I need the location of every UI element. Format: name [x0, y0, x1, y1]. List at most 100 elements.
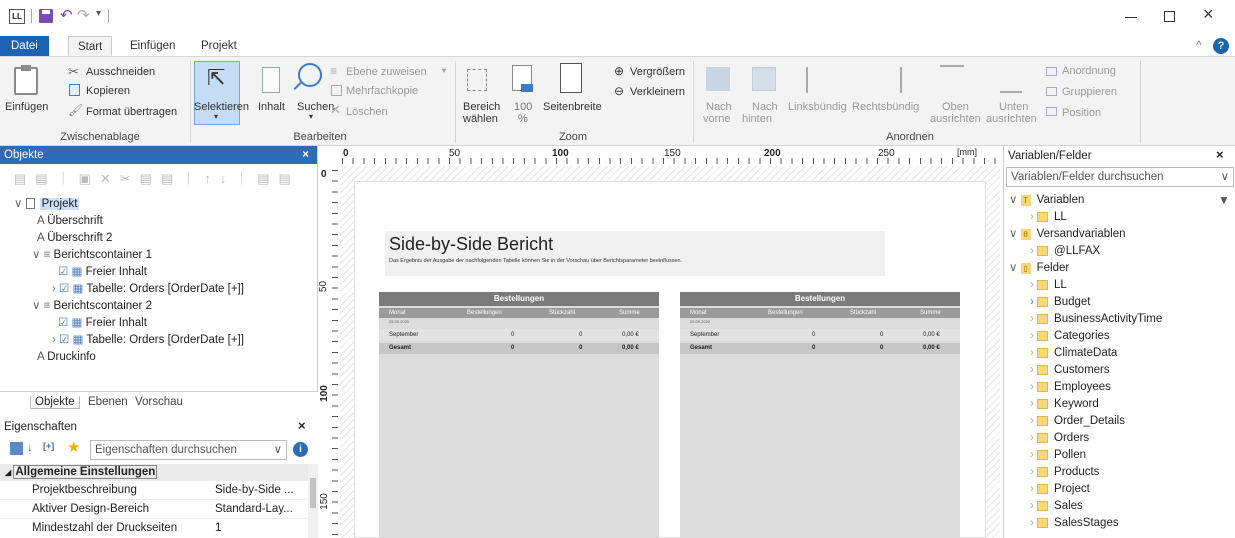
expand-icon[interactable]: [+] [43, 441, 54, 451]
tree-item[interactable]: A Druckinfo [37, 349, 96, 366]
search-icon[interactable] [298, 63, 322, 87]
group-icon[interactable] [1046, 87, 1057, 96]
cut-button[interactable]: Ausschneiden [86, 66, 155, 78]
favorites-icon[interactable]: ★ [67, 438, 80, 456]
variables-search-input[interactable]: Variablen/Felder durchsuchen ∨ [1006, 167, 1234, 187]
properties-section[interactable]: ◢ Allgemeine Einstellungen [0, 464, 308, 481]
tree-item[interactable]: ☑ ▦ Freier Inhalt [58, 264, 147, 281]
area-zoom-icon[interactable] [467, 69, 487, 91]
checkbox-icon[interactable]: ☑ ▦ [58, 266, 86, 278]
assign-layer-button[interactable]: Ebene zuweisen [346, 66, 427, 78]
tree-item[interactable]: › Pollen [1030, 447, 1086, 464]
property-row[interactable]: Projektbeschreibung Side-by-Side ... [0, 481, 308, 500]
tree-item[interactable]: › SalesStages [1030, 515, 1119, 532]
tree-item[interactable]: › Keyword [1030, 396, 1099, 413]
search-button[interactable]: Suchen [297, 101, 334, 113]
order-button[interactable]: Anordnung [1062, 65, 1116, 77]
maximize-icon[interactable] [1164, 11, 1175, 22]
page-width-icon[interactable] [560, 63, 582, 93]
copy-icon[interactable] [69, 84, 80, 96]
undo-icon[interactable]: ↶ [60, 6, 73, 24]
tree-item[interactable]: ∨ θ Versandvariablen [1009, 226, 1126, 243]
close-icon[interactable]: × [1203, 4, 1214, 25]
align-left-button[interactable]: Linksbündig [788, 101, 847, 113]
property-row[interactable]: Mindestzahl der Druckseiten 1 [0, 519, 308, 538]
tree-item[interactable]: › ☑ ▦ Tabelle: Orders [OrderDate [+]] [52, 332, 244, 349]
properties-search-input[interactable]: Eigenschaften durchsuchen ∨ [90, 440, 287, 460]
page-width-button[interactable]: Seitenbreite [543, 101, 602, 113]
content-button[interactable]: Inhalt [258, 101, 285, 113]
align-left-icon[interactable] [806, 67, 828, 93]
zoom-in-icon[interactable]: ⊕ [614, 64, 624, 78]
tab-vorschau[interactable]: Vorschau [135, 396, 183, 408]
tree-item[interactable]: ∨ ▯ Felder [1009, 260, 1069, 277]
quick-access-dropdown-icon[interactable]: ▾ [96, 8, 101, 19]
assign-layer-icon[interactable]: ≡ [330, 64, 337, 78]
zoom-100-button[interactable]: 100 [514, 101, 532, 113]
send-back-button[interactable]: Nach [752, 101, 778, 113]
tab-start[interactable]: Start [68, 36, 113, 56]
align-bottom-button[interactable]: Unten [999, 101, 1028, 113]
align-top-button[interactable]: Oben [942, 101, 969, 113]
tree-item[interactable]: › LL [1030, 277, 1067, 294]
report-title-box[interactable]: Side-by-Side Bericht Das Ergebnis der Au… [385, 231, 885, 276]
zoom-in-button[interactable]: Vergrößern [630, 66, 685, 78]
tab-ebenen[interactable]: Ebenen [88, 396, 128, 408]
collapse-ribbon-icon[interactable]: ^ [1196, 38, 1202, 52]
position-button[interactable]: Position [1062, 107, 1101, 119]
tree-item[interactable]: ☑ ▦ Freier Inhalt [58, 315, 147, 332]
zoom-100-icon[interactable] [512, 65, 533, 92]
group-button[interactable]: Gruppieren [1062, 86, 1117, 98]
align-right-button[interactable]: Rechtsbündig [852, 101, 919, 113]
tab-objekte[interactable]: Objekte [30, 396, 80, 409]
save-icon[interactable] [39, 9, 53, 23]
delete-icon[interactable]: ✕ [330, 102, 341, 118]
sort-az-icon[interactable]: ↓ [27, 440, 33, 454]
tree-item[interactable]: › BusinessActivityTime [1030, 311, 1162, 328]
categorized-icon[interactable] [10, 442, 23, 455]
checkbox-icon[interactable]: ☑ ▦ [58, 317, 86, 329]
property-row[interactable]: Aktiver Design-Bereich Standard-Lay... [0, 500, 308, 519]
send-back-icon[interactable] [752, 67, 776, 91]
close-icon[interactable]: × [302, 146, 309, 164]
design-canvas[interactable]: Side-by-Side Bericht Das Ergebnis der Au… [340, 166, 1000, 538]
tab-einfuegen[interactable]: Einfügen [121, 36, 184, 56]
close-icon[interactable]: × [298, 418, 306, 433]
tree-item[interactable]: › Products [1030, 464, 1099, 481]
tree-item[interactable]: › Project [1030, 481, 1090, 498]
multi-copy-button[interactable]: Mehrfachkopie [346, 85, 418, 97]
checkbox-icon[interactable]: › ☑ ▦ [52, 334, 86, 346]
align-top-icon[interactable] [940, 65, 964, 91]
paste-icon[interactable] [14, 65, 38, 95]
format-painter-icon[interactable]: 🖌 [68, 103, 83, 117]
zoom-out-icon[interactable]: ⊖ [614, 84, 624, 98]
tree-item[interactable]: › ClimateData [1030, 345, 1117, 362]
tree-item[interactable]: › Orders [1030, 430, 1089, 447]
close-icon[interactable]: × [1216, 147, 1224, 162]
align-bottom-icon[interactable] [1000, 67, 1022, 93]
tree-item[interactable]: › ☑ ▦ Tabelle: Orders [OrderDate [+]] [52, 281, 244, 298]
tab-projekt[interactable]: Projekt [192, 36, 246, 56]
delete-button[interactable]: Löschen [346, 106, 388, 118]
minimize-icon[interactable] [1125, 17, 1137, 18]
multi-copy-icon[interactable] [331, 85, 342, 96]
cut-icon[interactable]: ✂ [68, 64, 79, 80]
tree-item[interactable]: › Budget [1030, 294, 1090, 311]
app-icon[interactable]: LL [9, 9, 25, 24]
format-painter-button[interactable]: Format übertragen [86, 106, 177, 118]
align-right-icon[interactable] [880, 67, 902, 93]
tree-item-projekt[interactable]: ∨ Projekt [14, 196, 80, 213]
area-zoom-button[interactable]: Bereich [463, 101, 500, 113]
tab-datei[interactable]: Datei [0, 36, 49, 56]
report-table[interactable]: Bestellungen Monat Bestellungen Stückzah… [379, 292, 659, 538]
tree-item[interactable]: A Überschrift [37, 213, 103, 230]
tree-item[interactable]: › Customers [1030, 362, 1110, 379]
properties-scrollbar[interactable] [308, 464, 318, 538]
tree-item[interactable]: › LL [1030, 209, 1067, 226]
redo-icon[interactable]: ↷ [77, 6, 90, 24]
tree-item[interactable]: › Employees [1030, 379, 1111, 396]
filter-icon[interactable]: ▼ [1218, 193, 1230, 207]
tree-item[interactable]: › Order_Details [1030, 413, 1125, 430]
checkbox-icon[interactable]: › ☑ ▦ [52, 283, 86, 295]
help-icon[interactable]: ? [1213, 38, 1229, 54]
